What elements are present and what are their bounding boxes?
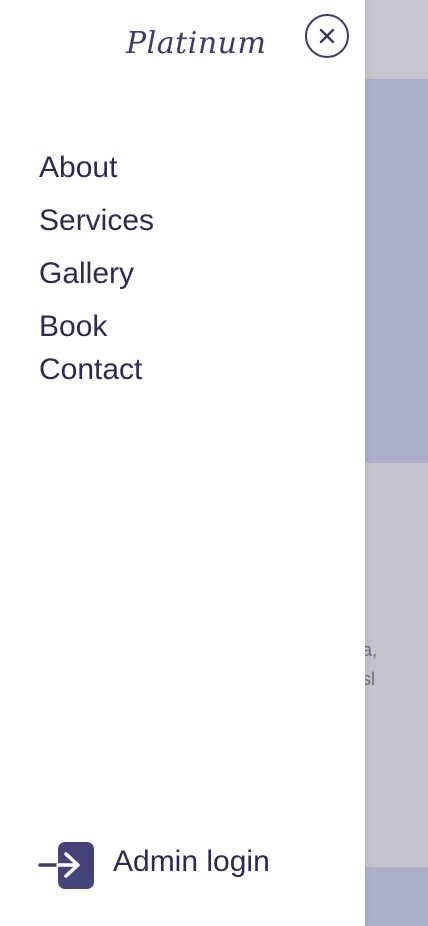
nav-item-about[interactable]: About [39,148,154,188]
brand-logo[interactable]: Platinum [126,26,266,61]
login-icon [38,838,96,892]
nav-item-gallery[interactable]: Gallery [39,254,154,294]
background-text-line-2: sl [362,669,375,689]
admin-login-label: Admin login [113,845,270,878]
admin-login-button[interactable]: Admin login [38,838,270,892]
background-text-line-1: a, [362,640,378,660]
navigation-drawer: Platinum About Services Gallery Book Con… [0,0,365,926]
nav-item-contact[interactable]: Contact [39,350,154,390]
nav-item-book[interactable]: Book [39,307,154,347]
close-icon [318,27,336,45]
main-nav: About Services Gallery Book Contact [39,148,154,390]
close-button[interactable] [305,14,349,58]
nav-item-services[interactable]: Services [39,201,154,241]
